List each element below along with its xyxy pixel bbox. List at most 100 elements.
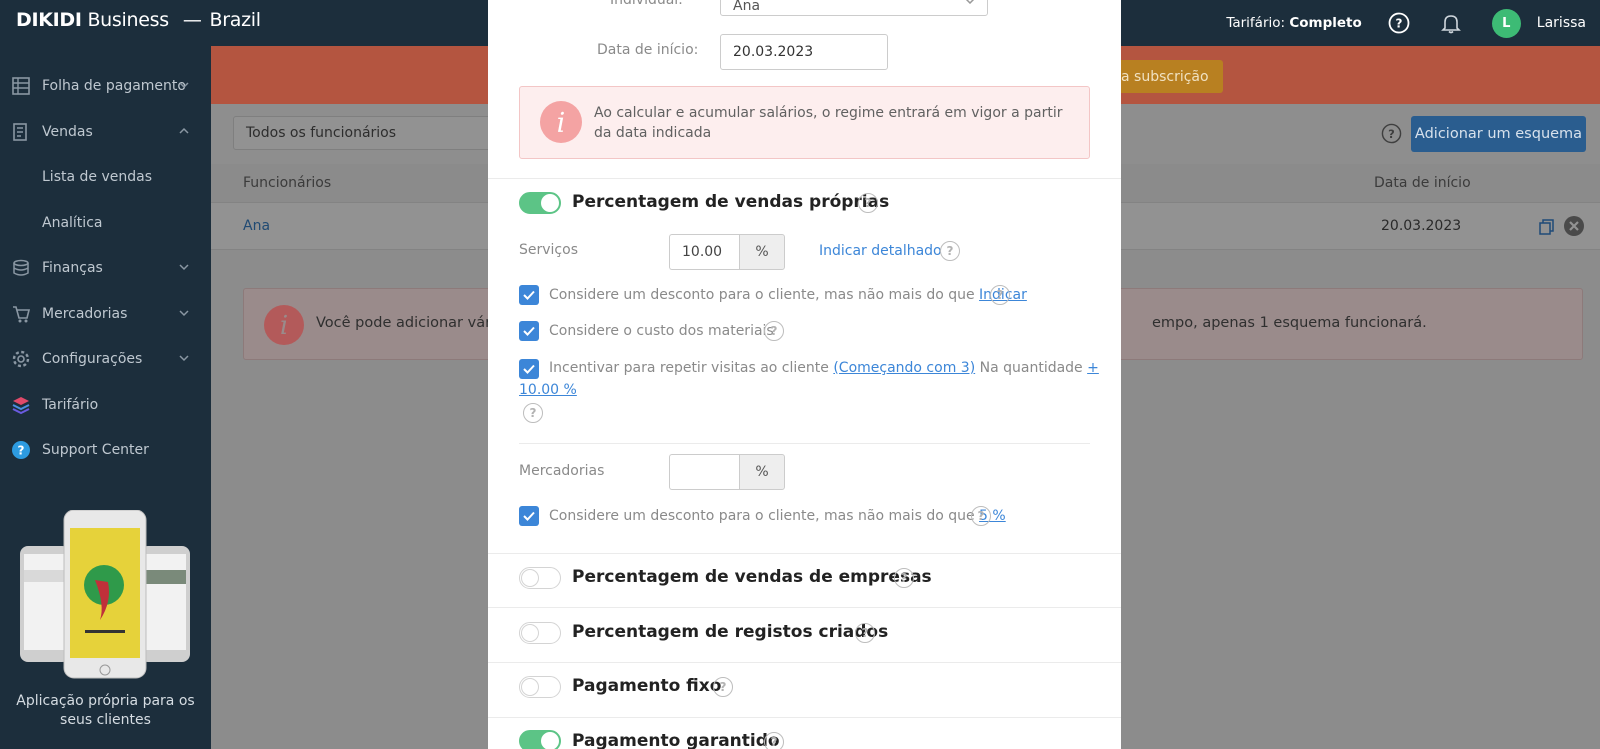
divider [488, 607, 1121, 608]
fixed-payment-toggle[interactable] [519, 676, 561, 698]
divider [519, 443, 1090, 444]
delete-icon[interactable] [1563, 215, 1585, 237]
services-label: Serviços [519, 242, 578, 258]
sidebar-item-label: Folha de pagamento [42, 78, 186, 94]
finance-icon [11, 258, 31, 278]
goods-percent-input[interactable] [669, 454, 739, 490]
help-icon[interactable]: ? [1381, 123, 1402, 144]
sidebar-item-label: Analítica [42, 215, 103, 231]
help-icon[interactable]: ? [764, 732, 784, 749]
own-sales-toggle[interactable] [519, 192, 561, 214]
sidebar-item-settings[interactable]: Configurações [0, 339, 211, 379]
payroll-icon [11, 76, 31, 96]
company-sales-title: Percentagem de vendas de empresas [572, 567, 932, 587]
employee-name-link[interactable]: Ana [243, 218, 270, 234]
help-icon[interactable]: ? [990, 285, 1010, 305]
created-records-title: Percentagem de registos criados [572, 622, 889, 642]
avatar[interactable]: L [1491, 8, 1521, 38]
discount-checkbox[interactable] [519, 285, 539, 305]
help-icon[interactable]: ? [764, 321, 784, 341]
sidebar-item-label: Configurações [42, 351, 143, 367]
help-icon[interactable]: ? [940, 241, 960, 261]
svg-text:?: ? [1395, 17, 1402, 31]
start-date-input[interactable]: 20.03.2023 [720, 34, 888, 70]
help-icon[interactable]: ? [713, 677, 733, 697]
chevron-up-icon [179, 127, 189, 134]
help-icon[interactable]: ? [1388, 12, 1410, 34]
info-icon: i [264, 305, 304, 345]
divider [488, 178, 1121, 179]
sales-icon [11, 122, 31, 142]
sidebar-item-support[interactable]: ? Support Center [0, 430, 211, 470]
info-icon: i [540, 101, 582, 143]
divider [488, 717, 1121, 718]
created-records-toggle[interactable] [519, 622, 561, 644]
repeat-visits-text: Incentivar para repetir visitas ao clien… [549, 360, 1099, 376]
help-icon[interactable]: ? [894, 568, 914, 588]
sidebar-item-goods[interactable]: Mercadorias [0, 294, 211, 334]
sidebar-item-label: Tarifário [42, 397, 99, 413]
sidebar: Folha de pagamento Vendas Lista de venda… [0, 46, 211, 749]
services-percent-unit: % [739, 234, 785, 270]
sidebar-item-analytics[interactable]: Analítica [0, 203, 211, 243]
indicate-detailed-link[interactable]: Indicar detalhado [819, 243, 942, 259]
sidebar-item-label: Finanças [42, 260, 103, 276]
info-text-left: Você pode adicionar vária [316, 315, 504, 331]
salary-scheme-modal: Individual: Ana Data de início: 20.03.20… [488, 0, 1121, 749]
brand-product: Business [87, 9, 169, 31]
info-text-right: empo, apenas 1 esquema funcionará. [1152, 315, 1427, 331]
column-header[interactable]: Funcionários [243, 175, 331, 191]
gear-icon [11, 349, 31, 369]
help-icon[interactable]: ? [858, 193, 878, 213]
sidebar-item-sales[interactable]: Vendas [0, 112, 211, 152]
sidebar-item-finance[interactable]: Finanças [0, 248, 211, 288]
region-label: Brazil [209, 9, 262, 31]
goods-icon [11, 304, 31, 324]
individual-select[interactable]: Ana [720, 0, 988, 16]
brand-logo[interactable]: DIKIDI Business — Brazil [16, 9, 261, 31]
goods-discount-text: Considere um desconto para o cliente, ma… [549, 508, 1006, 524]
goods-percent-unit: % [739, 454, 785, 490]
divider [488, 662, 1121, 663]
tariff-label: Tarifário: [1226, 15, 1286, 31]
chevron-down-icon [179, 82, 189, 89]
sidebar-item-payroll[interactable]: Folha de pagamento [0, 66, 211, 106]
repeat-visits-link[interactable]: (Começando com 3) [833, 360, 975, 376]
sidebar-item-label: Vendas [42, 124, 93, 140]
materials-cost-checkbox[interactable] [519, 321, 539, 341]
employee-filter-select[interactable]: Todos os funcionários [233, 116, 503, 150]
guaranteed-payment-toggle[interactable] [519, 730, 561, 749]
discount-text: Considere um desconto para o cliente, ma… [549, 287, 1027, 303]
svg-text:i: i [280, 311, 288, 341]
add-scheme-button[interactable]: Adicionar um esquema [1411, 116, 1586, 152]
copy-icon[interactable] [1539, 219, 1555, 235]
quantity-link[interactable]: + [1087, 360, 1099, 376]
tariff-indicator[interactable]: Tarifário: Completo [1226, 15, 1361, 31]
bell-icon[interactable] [1440, 12, 1462, 34]
subscription-button[interactable]: a subscrição [1111, 60, 1223, 93]
help-icon[interactable]: ? [855, 623, 875, 643]
tariff-value: Completo [1289, 15, 1362, 31]
username[interactable]: Larissa [1537, 15, 1586, 31]
individual-label: Individual: [610, 0, 683, 8]
guaranteed-payment-title: Pagamento garantido [572, 731, 780, 749]
help-icon[interactable]: ? [971, 506, 991, 526]
services-percent-input[interactable]: 10.00 [669, 234, 739, 270]
individual-value: Ana [733, 0, 761, 14]
app-promo-image[interactable] [20, 510, 190, 680]
repeat-visits-checkbox[interactable] [519, 359, 539, 379]
goods-discount-checkbox[interactable] [519, 506, 539, 526]
sidebar-item-sales-list[interactable]: Lista de vendas [0, 157, 211, 197]
fixed-payment-title: Pagamento fixo [572, 676, 722, 696]
svg-text:i: i [557, 108, 566, 139]
company-sales-toggle[interactable] [519, 567, 561, 589]
goods-label: Mercadorias [519, 463, 605, 479]
column-header[interactable]: Data de início [1374, 175, 1471, 191]
quantity-value-link[interactable]: 10.00 % [519, 382, 577, 398]
start-date-label: Data de início: [597, 42, 699, 58]
help-icon[interactable]: ? [523, 403, 543, 423]
start-date-cell: 20.03.2023 [1381, 218, 1462, 234]
divider [488, 553, 1121, 554]
chevron-down-icon [179, 310, 189, 317]
sidebar-item-tariff[interactable]: Tarifário [0, 385, 211, 425]
